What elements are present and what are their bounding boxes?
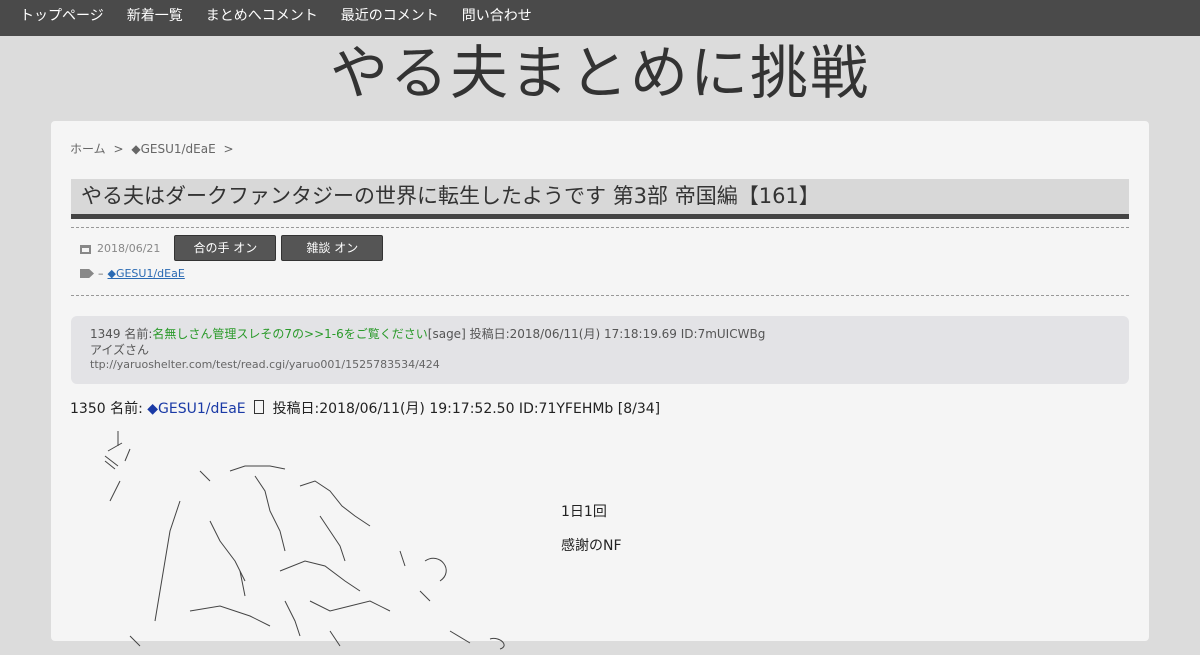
response-name[interactable]: ◆GESU1/dEaE — [147, 401, 245, 417]
quote-name-label: 名前: — [124, 327, 153, 341]
quote-number: 1349 — [90, 327, 121, 341]
divider — [71, 227, 1129, 228]
post-title: やる夫はダークファンタジーの世界に転生したようです 第3部 帝国編【161】 — [81, 184, 820, 208]
tag-link-author[interactable]: ◆GESU1/dEaE — [108, 267, 185, 280]
body-line-1: 1日1回 — [561, 504, 607, 520]
toggle-zatsudan-button[interactable]: 雑談 オン — [281, 235, 384, 261]
calendar-icon — [80, 243, 91, 254]
post-meta: 2018/06/21 合の手 オン 雑談 オン — [80, 235, 388, 261]
quote-source-url: ttp://yaruoshelter.com/test/read.cgi/yar… — [90, 358, 440, 371]
ascii-art-drawing — [104, 431, 505, 650]
breadcrumb-separator: > — [113, 142, 124, 156]
quote-header: 1349 名前:名無しさん管理スレその7の>>1-6をご覧ください[sage] … — [90, 325, 765, 342]
body-line-2: 感謝のNF — [561, 538, 622, 554]
post-date: 2018/06/21 — [97, 241, 161, 255]
response-header: 1350 名前: ◆GESU1/dEaE 投稿日:2018/06/11(月) 1… — [70, 398, 660, 418]
nav-item-contact[interactable]: 問い合わせ — [462, 0, 532, 32]
response-posted: 投稿日:2018/06/11(月) 19:17:52.50 ID:71YFEHM… — [272, 401, 661, 417]
breadcrumb-author[interactable]: ◆GESU1/dEaE — [131, 142, 215, 156]
nav-item-top[interactable]: トップページ — [20, 0, 104, 32]
nav-item-new[interactable]: 新着一覧 — [127, 0, 183, 32]
tags-icon — [80, 269, 94, 278]
ascii-art — [70, 421, 550, 651]
quote-posted: 投稿日:2018/06/11(月) 17:18:19.69 ID:7mUICWB… — [469, 327, 766, 341]
response-number: 1350 — [70, 401, 106, 417]
nav-item-comment[interactable]: まとめへコメント — [206, 0, 318, 32]
tag-row: – ◆GESU1/dEaE — [80, 267, 185, 280]
divider — [71, 295, 1129, 296]
breadcrumb-home[interactable]: ホーム — [70, 142, 106, 156]
post-title-box: やる夫はダークファンタジーの世界に転生したようです 第3部 帝国編【161】 — [71, 179, 1129, 219]
tag-prefix: – — [98, 267, 104, 280]
breadcrumb-separator: > — [223, 142, 234, 156]
quoted-response: 1349 名前:名無しさん管理スレその7の>>1-6をご覧ください[sage] … — [71, 316, 1129, 384]
nav-item-recent-comments[interactable]: 最近のコメント — [341, 0, 439, 32]
quote-body: アイズさん — [90, 343, 150, 357]
quote-sage: [sage] — [427, 327, 466, 341]
site-title[interactable]: やる夫まとめに挑戦 — [0, 38, 1200, 108]
article-card: ホーム > ◆GESU1/dEaE > やる夫はダークファンタジーの世界に転生し… — [51, 121, 1149, 650]
top-nav: トップページ 新着一覧 まとめへコメント 最近のコメント 問い合わせ — [0, 0, 1200, 36]
toggle-aite-button[interactable]: 合の手 オン — [174, 235, 277, 261]
breadcrumb: ホーム > ◆GESU1/dEaE > — [70, 140, 238, 157]
response-name-label: 名前: — [110, 401, 143, 417]
quote-name: 名無しさん管理スレその7の>>1-6をご覧ください — [152, 327, 428, 341]
mail-box-icon — [254, 400, 265, 414]
